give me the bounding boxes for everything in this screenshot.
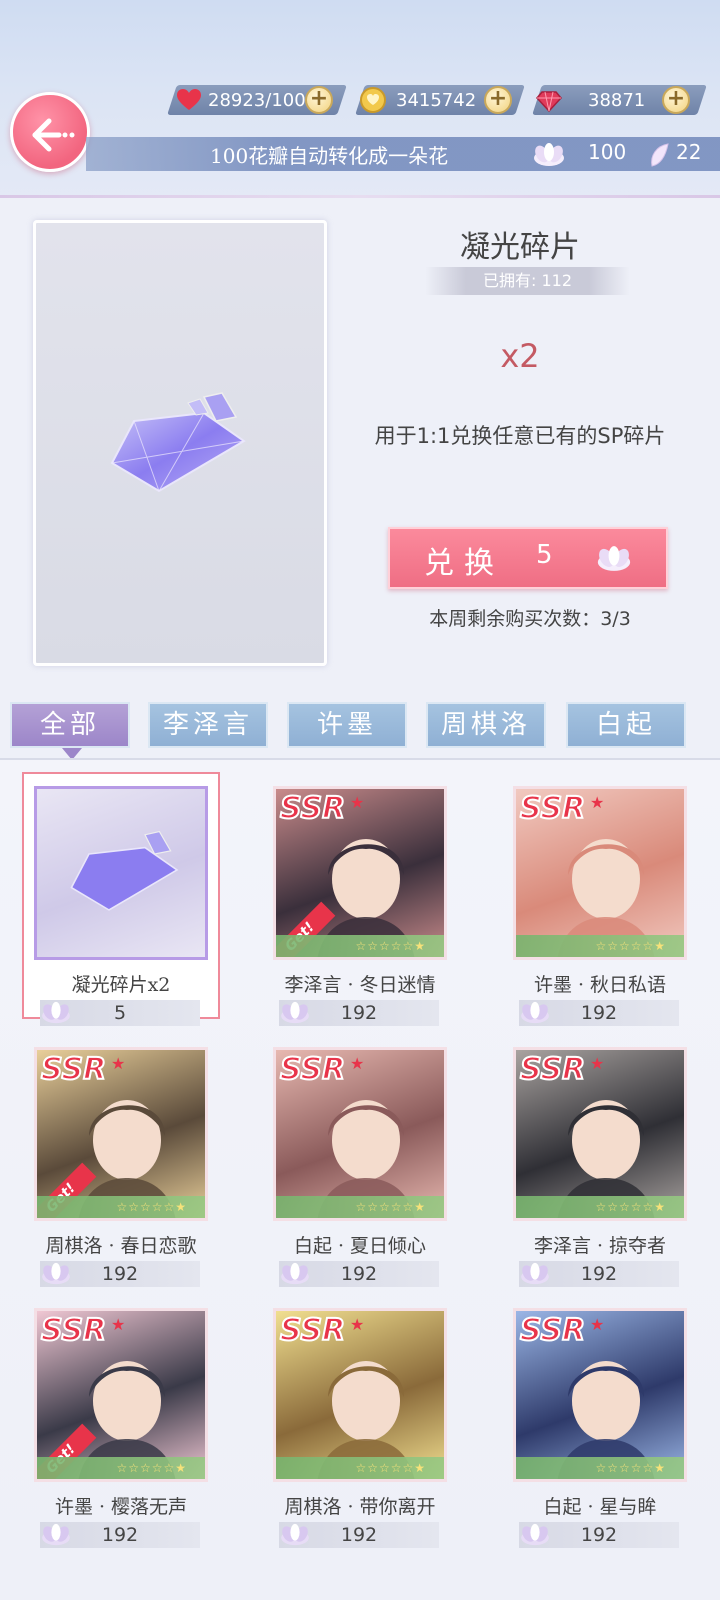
character-card[interactable]: SSR ★ ☆☆☆☆☆★ [273,1308,447,1482]
ssr-badge: SSR [40,1312,107,1349]
item-title: 凝光碎片 [460,230,580,265]
star-icon: ★ [590,1315,605,1334]
tab-xu-mo[interactable]: 许墨 [287,702,407,748]
flower-icon [597,546,631,571]
card-name: 凝光碎片x2 [71,974,171,996]
card-name: 白起 · 夏日倾心 [293,1235,427,1257]
flower-icon [281,1001,309,1024]
hearts-counter: 28923/100 [176,85,306,115]
star-icon: ★ [350,1315,365,1334]
character-card[interactable]: SSR ★ ☆☆☆☆☆★ [513,1047,687,1221]
diamond-value: 38871 [588,89,646,111]
star-rating-bar: ☆☆☆☆☆★ [276,935,444,957]
star-rating-bar: ☆☆☆☆☆★ [37,1457,205,1479]
heart-icon [177,89,201,110]
flower-icon [281,1262,309,1285]
item-quantity: x2 [500,337,540,375]
character-card[interactable]: SSR ★ ☆☆☆☆☆★ [513,1308,687,1482]
diamond-counter: 38871 [536,85,645,115]
ssr-badge: SSR [279,790,346,827]
back-arrow-icon [32,118,75,152]
petal-icon [651,143,669,167]
tab-bai-qi[interactable]: 白起 [566,702,686,748]
star-rating-bar: ☆☆☆☆☆★ [37,1196,205,1218]
gold-add-button[interactable]: + [484,86,512,114]
diamond-icon [536,91,562,113]
character-card[interactable]: SSR ★ Get! ☆☆☆☆☆★ [273,786,447,960]
character-card[interactable]: SSR ★ ☆☆☆☆☆★ [513,786,687,960]
card-name: 许墨 · 秋日私语 [533,974,667,996]
flower-icon [42,1523,70,1546]
flower-icon [42,1001,70,1024]
card-name: 许墨 · 樱落无声 [54,1496,188,1518]
weekly-remaining: 本周剩余购买次数：3/3 [429,608,631,630]
card-name: 李泽言 · 掠夺者 [533,1235,667,1257]
gold-value: 3415742 [396,89,477,111]
card-name: 周棋洛 · 春日恋歌 [45,1235,197,1257]
ssr-badge: SSR [519,790,586,827]
flower-icon [521,1523,549,1546]
character-card[interactable]: SSR ★ ☆☆☆☆☆★ [273,1047,447,1221]
ssr-badge: SSR [279,1051,346,1088]
star-icon: ★ [350,1054,365,1073]
tab-zhou-qiluo[interactable]: 周棋洛 [426,702,546,748]
card-name: 李泽言 · 冬日迷情 [284,974,436,996]
star-icon: ★ [111,1315,126,1334]
diamond-add-button[interactable]: + [662,86,690,114]
ssr-badge: SSR [279,1312,346,1349]
flower-icon [42,1262,70,1285]
flower-icon [521,1001,549,1024]
ssr-badge: SSR [40,1051,107,1088]
star-rating-bar: ☆☆☆☆☆★ [516,1457,684,1479]
owned-count: 已拥有: 112 [425,267,630,295]
character-card[interactable]: SSR ★ Get! ☆☆☆☆☆★ [34,1047,208,1221]
petal-count: 22 [676,140,702,164]
tab-li-zeyan[interactable]: 李泽言 [148,702,268,748]
flower-icon [521,1262,549,1285]
character-card[interactable]: SSR ★ Get! ☆☆☆☆☆★ [34,1308,208,1482]
hearts-add-button[interactable]: + [305,86,333,114]
item-description: 用于1:1兑换任意已有的SP碎片 [374,424,666,448]
crystal-shard-icon [110,392,246,493]
star-rating-bar: ☆☆☆☆☆★ [516,935,684,957]
flower-icon [281,1523,309,1546]
exchange-cost: 5 [536,540,553,570]
ssr-badge: SSR [519,1312,586,1349]
star-rating-bar: ☆☆☆☆☆★ [276,1457,444,1479]
star-rating-bar: ☆☆☆☆☆★ [276,1196,444,1218]
hearts-value: 28923/100 [208,89,306,111]
flower-count: 100 [588,140,627,164]
crystal-card[interactable] [34,786,208,960]
crystal-shard-icon [70,830,179,911]
gold-counter: 3415742 [360,85,476,115]
gold-coin-icon [360,87,386,113]
ssr-badge: SSR [519,1051,586,1088]
star-icon: ★ [111,1054,126,1073]
star-icon: ★ [350,793,365,812]
tab-all[interactable]: 全部 [10,702,130,760]
conversion-text: 100花瓣自动转化成一朵花 [210,144,449,168]
star-icon: ★ [590,1054,605,1073]
exchange-label: 兑换 [424,546,504,581]
star-icon: ★ [590,793,605,812]
star-rating-bar: ☆☆☆☆☆★ [516,1196,684,1218]
flower-icon [534,143,564,166]
back-button[interactable] [10,92,90,172]
item-preview [33,220,327,666]
card-name: 周棋洛 · 带你离开 [284,1496,436,1518]
card-name: 白起 · 星与眸 [543,1496,657,1518]
